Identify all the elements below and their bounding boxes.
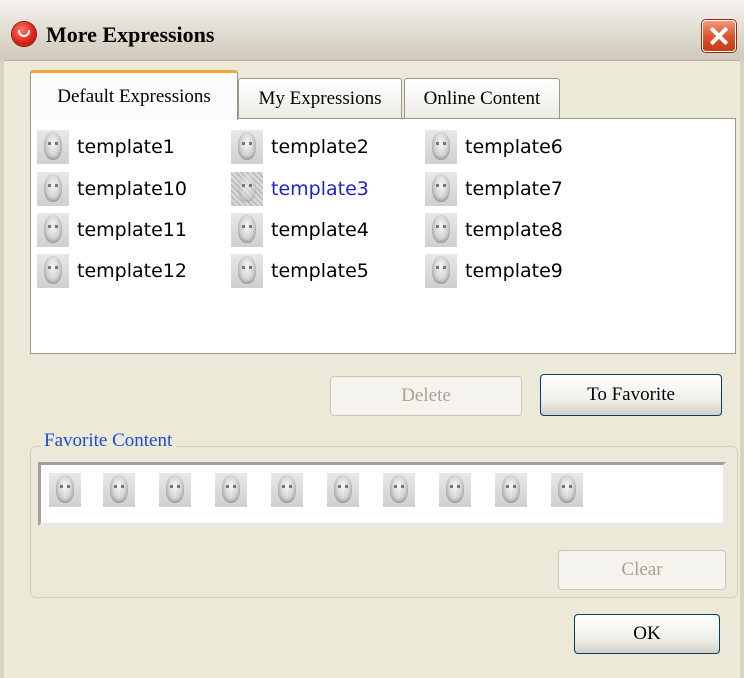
face-thumbnail-icon xyxy=(425,254,457,288)
face-thumbnail-icon[interactable] xyxy=(495,473,527,507)
face-thumbnail-icon[interactable] xyxy=(103,473,135,507)
window-border-left xyxy=(0,60,4,678)
tab-online-content[interactable]: Online Content xyxy=(404,78,560,118)
title-bar[interactable]: More Expressions xyxy=(0,0,744,61)
face-thumbnail-icon xyxy=(425,130,457,164)
item-label: template11 xyxy=(77,219,187,241)
list-item-template11[interactable]: template11 xyxy=(37,212,187,248)
face-thumbnail-icon xyxy=(231,172,263,206)
item-label: template7 xyxy=(465,178,563,200)
app-logo-icon xyxy=(12,22,36,46)
item-label: template9 xyxy=(465,260,563,282)
face-thumbnail-icon xyxy=(37,254,69,288)
face-thumbnail-icon xyxy=(425,172,457,206)
face-thumbnail-icon[interactable] xyxy=(215,473,247,507)
window-title: More Expressions xyxy=(46,22,215,47)
list-item-template5[interactable]: template5 xyxy=(231,253,369,289)
list-item-template10[interactable]: template10 xyxy=(37,171,187,207)
close-button[interactable] xyxy=(702,20,736,52)
face-thumbnail-icon[interactable] xyxy=(49,473,81,507)
favorite-content-legend: Favorite Content xyxy=(40,430,177,452)
tab-label: Online Content xyxy=(423,87,541,109)
to-favorite-button[interactable]: To Favorite xyxy=(540,374,722,416)
clear-button[interactable]: Clear xyxy=(558,550,726,590)
item-label: template4 xyxy=(271,219,369,241)
tab-my-expressions[interactable]: My Expressions xyxy=(238,78,402,118)
face-thumbnail-icon[interactable] xyxy=(327,473,359,507)
item-label: template6 xyxy=(465,136,563,158)
list-item-template12[interactable]: template12 xyxy=(37,253,187,289)
item-label: template3 xyxy=(271,178,369,200)
tab-label: Default Expressions xyxy=(57,85,211,107)
list-item-template6[interactable]: template6 xyxy=(425,129,563,165)
face-thumbnail-icon[interactable] xyxy=(271,473,303,507)
face-thumbnail-icon xyxy=(231,254,263,288)
list-item-template4[interactable]: template4 xyxy=(231,212,369,248)
item-label: template10 xyxy=(77,178,187,200)
favorite-content-list[interactable] xyxy=(38,462,726,526)
face-thumbnail-icon[interactable] xyxy=(551,473,583,507)
face-thumbnail-icon xyxy=(231,130,263,164)
item-label: template2 xyxy=(271,136,369,158)
face-thumbnail-icon xyxy=(37,213,69,247)
item-label: template12 xyxy=(77,260,187,282)
more-expressions-dialog: More Expressions Default Expressions My … xyxy=(0,0,744,678)
expressions-list[interactable]: template1 template10 template11 template… xyxy=(30,118,736,354)
item-label: template1 xyxy=(77,136,175,158)
face-thumbnail-icon xyxy=(37,172,69,206)
tab-default-expressions[interactable]: Default Expressions xyxy=(30,70,238,120)
window-border-right xyxy=(740,60,744,678)
face-thumbnail-icon xyxy=(425,213,457,247)
item-label: template5 xyxy=(271,260,369,282)
delete-button[interactable]: Delete xyxy=(330,376,522,416)
ok-button[interactable]: OK xyxy=(574,614,720,654)
face-thumbnail-icon[interactable] xyxy=(383,473,415,507)
face-thumbnail-icon xyxy=(37,130,69,164)
face-thumbnail-icon[interactable] xyxy=(439,473,471,507)
face-thumbnail-icon[interactable] xyxy=(159,473,191,507)
face-thumbnail-icon xyxy=(231,213,263,247)
list-item-template9[interactable]: template9 xyxy=(425,253,563,289)
list-item-template7[interactable]: template7 xyxy=(425,171,563,207)
list-item-template3[interactable]: template3 xyxy=(231,171,369,207)
list-item-template1[interactable]: template1 xyxy=(37,129,175,165)
item-label: template8 xyxy=(465,219,563,241)
list-item-template8[interactable]: template8 xyxy=(425,212,563,248)
tab-label: My Expressions xyxy=(258,87,382,109)
list-item-template2[interactable]: template2 xyxy=(231,129,369,165)
